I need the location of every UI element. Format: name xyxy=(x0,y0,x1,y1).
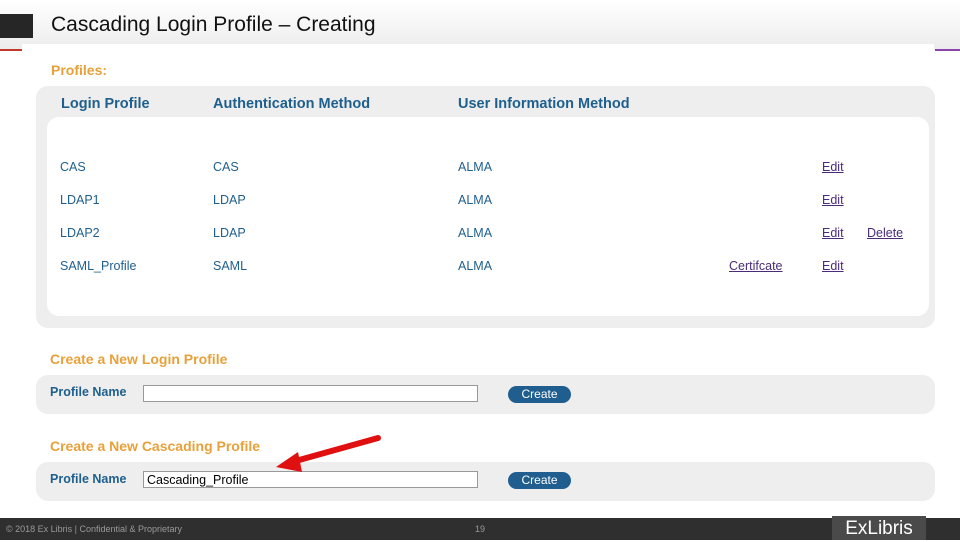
profile-name: CAS xyxy=(60,160,86,174)
profile-name-label: Profile Name xyxy=(50,472,127,486)
login-profile-name-input[interactable] xyxy=(143,385,478,402)
copyright: © 2018 Ex Libris | Confidential & Propri… xyxy=(6,524,183,534)
auth-method: SAML xyxy=(213,259,248,273)
profiles-label: Profiles: xyxy=(51,62,108,78)
auth-method: LDAP xyxy=(213,193,246,207)
info-method: ALMA xyxy=(458,259,493,273)
profile-name: LDAP2 xyxy=(60,226,100,240)
edit-link[interactable]: Edit xyxy=(822,160,844,174)
create-cascading-heading: Create a New Cascading Profile xyxy=(50,438,261,454)
profile-name: LDAP1 xyxy=(60,193,100,207)
create-login-heading: Create a New Login Profile xyxy=(50,351,228,367)
certificate-link[interactable]: Certifcate xyxy=(729,259,783,273)
profiles-table xyxy=(47,117,929,316)
create-login-button[interactable]: Create xyxy=(508,386,571,403)
info-method: ALMA xyxy=(458,160,493,174)
exlibris-logo: ExLibris xyxy=(832,516,926,540)
footer: © 2018 Ex Libris | Confidential & Propri… xyxy=(0,516,960,540)
header-user-info-method: User Information Method xyxy=(458,96,630,112)
header-auth-method: Authentication Method xyxy=(213,96,371,112)
create-cascading-button[interactable]: Create xyxy=(508,472,571,489)
info-method: ALMA xyxy=(458,193,493,207)
edit-link[interactable]: Edit xyxy=(822,226,844,240)
divider-right xyxy=(935,49,960,51)
delete-link[interactable]: Delete xyxy=(867,226,903,240)
profile-name: SAML_Profile xyxy=(60,259,137,273)
info-method: ALMA xyxy=(458,226,493,240)
header-login-profile: Login Profile xyxy=(61,96,150,112)
auth-method: LDAP xyxy=(213,226,246,240)
divider-left xyxy=(0,49,22,51)
profile-name-label: Profile Name xyxy=(50,385,127,399)
red-arrow-icon xyxy=(276,435,381,472)
edit-link[interactable]: Edit xyxy=(822,193,844,207)
page-number: 19 xyxy=(475,524,486,534)
edit-link[interactable]: Edit xyxy=(822,259,844,273)
slide-title: Cascading Login Profile – Creating xyxy=(51,13,376,36)
header-block xyxy=(0,14,33,38)
auth-method: CAS xyxy=(213,160,239,174)
